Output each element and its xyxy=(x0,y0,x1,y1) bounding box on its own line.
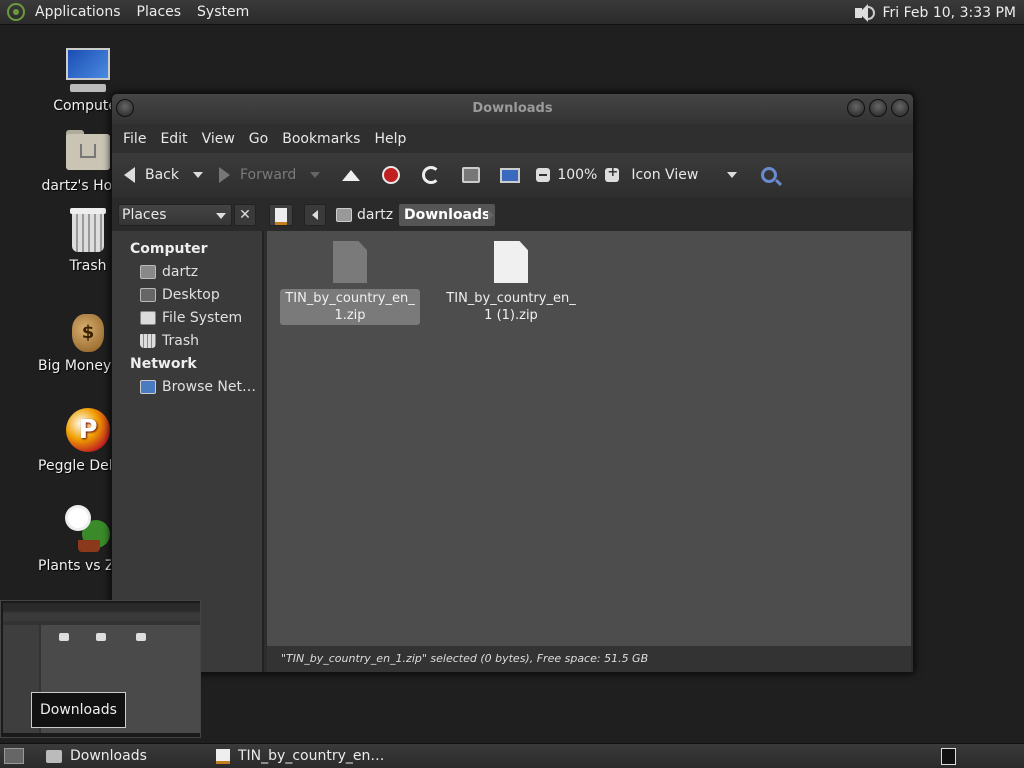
distro-logo-icon[interactable] xyxy=(7,3,25,21)
maximize-button[interactable] xyxy=(869,99,887,117)
home-folder-icon xyxy=(64,126,112,174)
breadcrumb-dartz[interactable]: dartz xyxy=(332,204,397,226)
forward-history-dropdown[interactable] xyxy=(310,172,321,178)
sidebar-item-dartz[interactable]: dartz xyxy=(140,264,198,280)
window-titlebar[interactable]: Downloads xyxy=(112,94,913,124)
status-bar: "TIN_by_country_en_1.zip" selected (0 by… xyxy=(267,646,911,672)
breadcrumb-next-button[interactable] xyxy=(488,210,494,220)
back-button[interactable]: Back xyxy=(124,167,179,183)
volume-icon[interactable] xyxy=(853,3,875,23)
menu-help[interactable]: Help xyxy=(367,131,413,147)
view-mode-select[interactable]: Icon View xyxy=(631,167,727,183)
sidebar-item-label: Browse Net… xyxy=(162,379,257,395)
menu-file[interactable]: File xyxy=(116,131,153,147)
peggle-icon: P xyxy=(64,406,112,454)
plants-icon xyxy=(64,506,112,554)
edit-location-icon[interactable] xyxy=(269,204,293,226)
breadcrumb-label: dartz xyxy=(357,207,394,223)
home-icon[interactable] xyxy=(462,167,481,183)
text-editor-icon xyxy=(216,748,230,764)
money-bag-icon: $ xyxy=(64,306,112,354)
top-panel: Applications Places System Fri Feb 10, 3… xyxy=(0,0,1024,25)
menu-edit[interactable]: Edit xyxy=(153,131,194,147)
workspace-switcher[interactable] xyxy=(941,748,956,765)
back-history-dropdown[interactable] xyxy=(193,172,203,178)
file-manager-window: Downloads File Edit View Go Bookmarks He… xyxy=(111,93,914,673)
computer-icon xyxy=(64,46,112,94)
file-name: TIN_by_country_en_1.zip xyxy=(280,289,420,325)
sidebar-pane-label: Places xyxy=(122,207,167,223)
file-name: TIN_by_country_en_1 (1).zip xyxy=(446,291,576,323)
breadcrumb-prev-button[interactable] xyxy=(304,204,326,226)
taskbar-item-downloads[interactable]: Downloads xyxy=(38,744,208,768)
close-button[interactable] xyxy=(891,99,909,117)
file-item[interactable]: TIN_by_country_en_1.zip xyxy=(280,241,420,325)
home-folder-icon xyxy=(140,265,156,279)
window-title: Downloads xyxy=(472,101,553,116)
sidebar-item-file-system[interactable]: File System xyxy=(140,310,242,326)
taskbar-item-label: TIN_by_country_en… xyxy=(238,748,385,764)
zoom-in-icon[interactable] xyxy=(605,165,620,182)
home-folder-icon xyxy=(336,208,352,222)
search-icon[interactable] xyxy=(761,167,778,183)
forward-arrow-icon xyxy=(219,167,230,183)
toolbar: Back Forward 100% Icon View xyxy=(112,153,913,197)
sidebar-item-browse-network[interactable]: Browse Net… xyxy=(140,379,256,395)
zoom-level[interactable]: 100% xyxy=(557,167,597,183)
view-mode-dropdown[interactable] xyxy=(727,172,738,178)
menu-go[interactable]: Go xyxy=(242,131,275,147)
network-icon xyxy=(140,380,156,394)
sidebar-pane-select[interactable]: Places xyxy=(118,204,232,226)
sidebar-item-label: dartz xyxy=(162,264,199,280)
taskbar-item-text-editor[interactable]: TIN_by_country_en… xyxy=(208,744,398,768)
sidebar-item-desktop[interactable]: Desktop xyxy=(140,287,220,303)
sidebar-heading-network: Network xyxy=(130,356,197,372)
chevron-down-icon xyxy=(216,213,226,219)
thumbnail-label: Downloads xyxy=(31,692,126,728)
zoom-out-icon[interactable] xyxy=(536,168,551,182)
close-sidebar-button[interactable]: ✕ xyxy=(234,204,256,226)
sidebar-item-trash[interactable]: Trash xyxy=(140,333,199,349)
sidebar-item-label: Trash xyxy=(162,333,199,349)
menu-bookmarks[interactable]: Bookmarks xyxy=(275,131,367,147)
folder-icon xyxy=(46,749,62,763)
file-view[interactable]: TIN_by_country_en_1.zip TIN_by_country_e… xyxy=(267,231,911,646)
menu-view[interactable]: View xyxy=(195,131,242,147)
breadcrumb-downloads[interactable]: Downloads xyxy=(399,204,496,226)
sidebar-heading-computer: Computer xyxy=(130,241,208,257)
bottom-panel: Downloads TIN_by_country_en… xyxy=(0,743,1024,768)
stop-icon[interactable] xyxy=(382,166,401,184)
back-arrow-icon xyxy=(124,167,135,183)
minimize-button[interactable] xyxy=(847,99,865,117)
trash-icon xyxy=(64,206,112,254)
forward-label: Forward xyxy=(240,167,297,183)
zip-file-icon xyxy=(494,241,528,283)
taskbar-item-label: Downloads xyxy=(70,748,147,764)
trash-icon xyxy=(140,334,156,348)
computer-icon[interactable] xyxy=(500,167,521,183)
desktop-folder-icon xyxy=(140,288,156,302)
file-item[interactable]: TIN_by_country_en_1 (1).zip xyxy=(441,241,581,325)
menubar: File Edit View Go Bookmarks Help xyxy=(112,124,913,153)
system-menu[interactable]: System xyxy=(189,4,257,20)
sidebar-item-label: Desktop xyxy=(162,287,220,303)
up-icon[interactable] xyxy=(342,169,361,181)
location-bar: Places ✕ dartz Downloads xyxy=(112,197,913,231)
drive-icon xyxy=(140,311,156,325)
forward-button[interactable]: Forward xyxy=(219,167,296,183)
clock[interactable]: Fri Feb 10, 3:33 PM xyxy=(883,5,1017,21)
back-label: Back xyxy=(145,167,179,183)
reload-icon[interactable] xyxy=(422,166,441,184)
sidebar-item-label: File System xyxy=(162,310,243,326)
applications-menu[interactable]: Applications xyxy=(27,4,129,20)
show-desktop-icon[interactable] xyxy=(4,748,24,764)
places-menu[interactable]: Places xyxy=(129,4,190,20)
zip-file-icon xyxy=(333,241,367,283)
